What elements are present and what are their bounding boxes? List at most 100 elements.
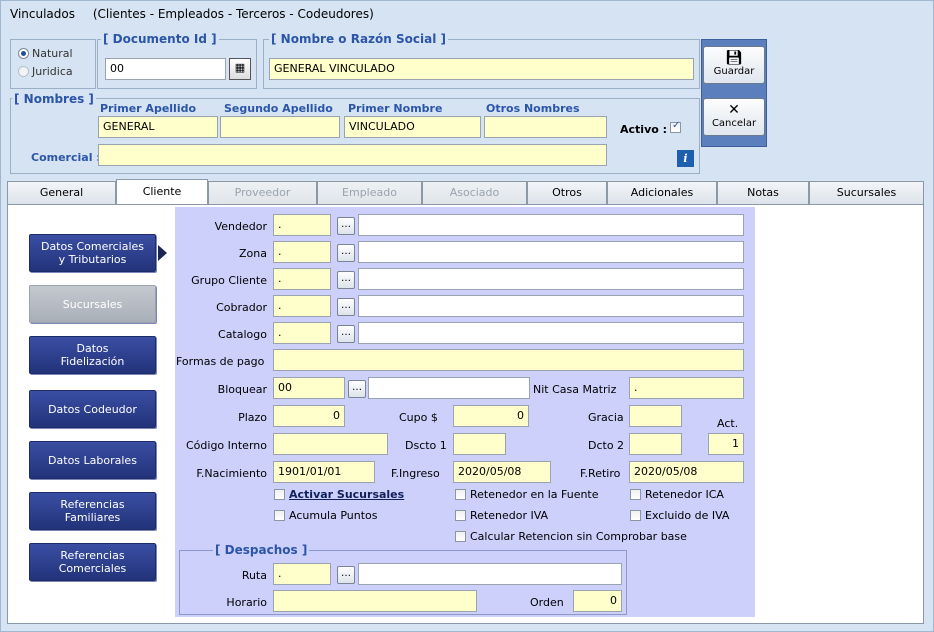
acumula-puntos-label: Acumula Puntos (289, 509, 378, 522)
grupo-cliente-label: Grupo Cliente (191, 274, 267, 287)
primer-apellido-header: Primer Apellido (100, 102, 197, 115)
cancelar-label: Cancelar (711, 118, 757, 129)
razon-social-input[interactable]: GENERAL VINCULADO (269, 58, 694, 80)
gracia-input[interactable] (629, 405, 682, 427)
vinculados-window: Vinculados (Clientes - Empleados - Terce… (0, 0, 934, 632)
cobrador-desc-input[interactable] (358, 295, 744, 317)
ruta-lookup-button[interactable]: … (337, 566, 355, 584)
radio-juridica-dot[interactable] (18, 66, 29, 77)
catalogo-lookup-button[interactable]: … (337, 325, 355, 343)
f-retiro-input[interactable]: 2020/05/08 (629, 461, 744, 483)
retenedor-iva-checkbox[interactable]: Retenedor IVA (455, 509, 548, 522)
excluido-iva-box[interactable] (630, 510, 641, 521)
datos-codeudor-button[interactable]: Datos Codeudor (29, 390, 156, 428)
excluido-iva-label: Excluido de IVA (645, 509, 730, 522)
retenedor-ica-checkbox[interactable]: Retenedor ICA (630, 488, 724, 501)
ruta-desc-input[interactable] (358, 563, 622, 585)
tab-notas[interactable]: Notas (717, 181, 809, 205)
vendedor-desc-input[interactable] (358, 214, 744, 236)
tab-adicionales[interactable]: Adicionales (607, 181, 717, 205)
cobrador-code-input[interactable]: . (273, 295, 331, 317)
excluido-iva-checkbox[interactable]: Excluido de IVA (630, 509, 729, 522)
cupo-input[interactable]: 0 (453, 405, 529, 427)
acumula-puntos-checkbox[interactable]: Acumula Puntos (274, 509, 378, 522)
segundo-apellido-input[interactable] (220, 116, 340, 138)
retenedor-iva-box[interactable] (455, 510, 466, 521)
datos-laborales-button[interactable]: Datos Laborales (29, 441, 156, 479)
bloquear-desc-input[interactable] (368, 377, 530, 399)
dscto1-input[interactable] (453, 433, 506, 455)
bloquear-input[interactable]: 00 (273, 377, 345, 399)
guardar-button[interactable]: 💾︎ Guardar (703, 46, 765, 84)
sucursales-button[interactable]: Sucursales (29, 285, 156, 323)
tab-proveedor[interactable]: Proveedor (208, 181, 317, 205)
nombres-legend: [ Nombres ] (12, 92, 96, 106)
cobrador-lookup-button[interactable]: … (337, 298, 355, 316)
grupo-cliente-lookup-button[interactable]: … (337, 271, 355, 289)
orden-input[interactable]: 0 (573, 590, 622, 612)
tab-general[interactable]: General (7, 181, 116, 205)
catalogo-code-input[interactable]: . (273, 322, 331, 344)
tab-empleado[interactable]: Empleado (317, 181, 422, 205)
plazo-input[interactable]: 0 (273, 405, 345, 427)
primer-apellido-input[interactable]: GENERAL (98, 116, 218, 138)
catalogo-desc-input[interactable] (358, 322, 744, 344)
retenedor-fuente-label: Retenedor en la Fuente (470, 488, 599, 501)
codigo-interno-input[interactable] (273, 433, 388, 455)
radio-natural[interactable]: Natural (18, 47, 73, 60)
primer-nombre-input[interactable]: VINCULADO (344, 116, 481, 138)
referencias-familiares-button[interactable]: Referencias Familiares (29, 492, 156, 530)
tab-asociado[interactable]: Asociado (422, 181, 527, 205)
grupo-cliente-code-input[interactable]: . (273, 268, 331, 290)
vendedor-label: Vendedor (214, 220, 267, 233)
tab-otros[interactable]: Otros (527, 181, 607, 205)
vendedor-lookup-button[interactable]: … (337, 217, 355, 235)
f-ingreso-input[interactable]: 2020/05/08 (453, 461, 551, 483)
nit-casa-matriz-input[interactable]: . (629, 377, 744, 399)
dcto2-input[interactable] (629, 433, 682, 455)
activo-checkbox[interactable] (670, 120, 681, 133)
otros-nombres-header: Otros Nombres (486, 102, 580, 115)
retenedor-ica-box[interactable] (630, 489, 641, 500)
zona-code-input[interactable]: . (273, 241, 331, 263)
calcular-retencion-box[interactable] (455, 531, 466, 542)
retenedor-fuente-checkbox[interactable]: Retenedor en la Fuente (455, 488, 599, 501)
zona-lookup-button[interactable]: … (337, 244, 355, 262)
radio-juridica[interactable]: Juridica (18, 65, 73, 78)
tab-cliente[interactable]: Cliente (116, 179, 208, 205)
razon-social-legend: [ Nombre o Razón Social ] (269, 32, 448, 46)
ruta-code-input[interactable]: . (273, 563, 331, 585)
activar-sucursales-checkbox[interactable]: Activar Sucursales (274, 488, 404, 501)
formas-pago-input[interactable] (273, 349, 744, 371)
documento-input[interactable]: 00 (105, 58, 226, 80)
activo-checkbox-box[interactable] (670, 120, 681, 133)
comercial-label: Comercial : (31, 151, 101, 164)
otros-nombres-input[interactable] (484, 116, 607, 138)
bloquear-lookup-button[interactable]: … (348, 380, 366, 398)
radio-natural-dot[interactable] (18, 48, 29, 59)
datos-fidelizacion-button[interactable]: Datos Fidelización (29, 336, 156, 374)
act-input[interactable]: 1 (708, 433, 744, 455)
act-label: Act. (717, 417, 739, 430)
retenedor-fuente-box[interactable] (455, 489, 466, 500)
acumula-puntos-box[interactable] (274, 510, 285, 521)
horario-input[interactable] (273, 590, 477, 612)
f-nacimiento-input[interactable]: 1901/01/01 (273, 461, 375, 483)
comercial-input[interactable] (98, 144, 607, 166)
tab-sucursales[interactable]: Sucursales (809, 181, 924, 205)
info-icon[interactable]: i (677, 150, 694, 167)
documento-legend: [ Documento Id ] (101, 32, 219, 46)
referencias-comerciales-button[interactable]: Referencias Comerciales (29, 543, 156, 581)
cobrador-label: Cobrador (216, 301, 267, 314)
f-nacimiento-label: F.Nacimiento (196, 467, 267, 480)
cancelar-button[interactable]: ✕ Cancelar (703, 98, 765, 136)
zona-desc-input[interactable] (358, 241, 744, 263)
grupo-cliente-desc-input[interactable] (358, 268, 744, 290)
datos-fidelizacion-line1: Datos (76, 342, 109, 355)
calcular-retencion-checkbox[interactable]: Calcular Retencion sin Comprobar base (455, 530, 687, 543)
referencias-familiares-line2: Familiares (64, 511, 121, 524)
activar-sucursales-box[interactable] (274, 489, 285, 500)
datos-comerciales-button[interactable]: Datos Comerciales y Tributarios (29, 234, 156, 272)
calculator-icon[interactable]: ▦ (229, 58, 251, 80)
vendedor-code-input[interactable]: . (273, 214, 331, 236)
